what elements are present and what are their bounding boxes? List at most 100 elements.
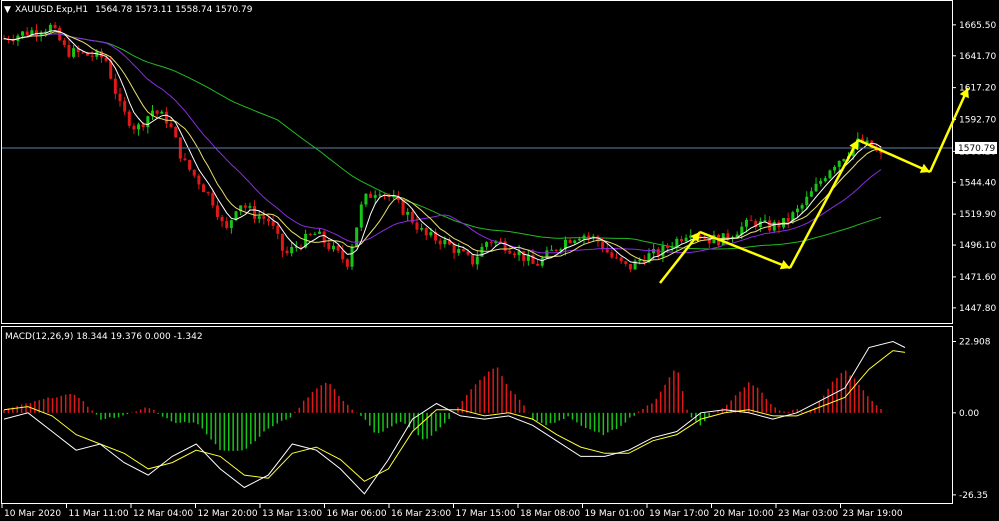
candle-body	[257, 216, 261, 219]
candle-body	[679, 238, 683, 242]
candle-body	[62, 40, 66, 45]
candle-body	[220, 216, 224, 222]
candle-body	[392, 196, 396, 198]
candle-body	[415, 222, 419, 230]
candle-body	[744, 219, 748, 227]
candle-body	[401, 200, 405, 215]
chart-background	[0, 0, 999, 521]
candle-body	[331, 245, 335, 250]
candle-body	[248, 206, 252, 208]
price-tick-label: 1617.20	[959, 84, 996, 94]
candle-body	[795, 208, 799, 213]
price-tick-label: 1592.70	[959, 115, 996, 125]
candle-body	[424, 228, 428, 236]
candle-body	[271, 221, 275, 226]
trading-chart[interactable]: ▼ XAUUSD.Exp,H1 1564.78 1573.11 1558.74 …	[0, 0, 999, 521]
time-tick-label: 23 Mar 19:00	[843, 509, 903, 519]
candle-body	[619, 257, 623, 262]
candle-body	[819, 180, 823, 184]
candle-body	[192, 169, 196, 176]
candle-body	[336, 245, 340, 251]
candle-body	[452, 244, 456, 253]
candle-body	[341, 250, 345, 260]
price-tick-label: 1496.10	[959, 241, 996, 251]
candle-body	[350, 246, 354, 267]
time-tick-label: 17 Mar 15:00	[456, 509, 516, 519]
candle-body	[123, 101, 127, 112]
candle-body	[457, 249, 461, 253]
time-tick-label: 12 Mar 20:00	[198, 509, 258, 519]
candle-body	[429, 232, 433, 236]
candle-body	[540, 258, 544, 266]
candle-body	[837, 160, 841, 167]
candle-body	[438, 240, 442, 245]
candle-body	[72, 48, 76, 57]
candle-body	[369, 193, 373, 198]
time-tick-label: 20 Mar 10:00	[714, 509, 774, 519]
candle-body	[327, 242, 331, 250]
candle-body	[81, 52, 85, 54]
candle-body	[823, 178, 827, 181]
candle-body	[285, 250, 289, 254]
time-tick-label: 12 Mar 04:00	[133, 509, 193, 519]
candle-body	[225, 221, 229, 228]
candle-body	[174, 127, 178, 138]
candle-body	[146, 116, 150, 128]
candle-body	[378, 194, 382, 196]
candle-body	[229, 220, 233, 228]
candle-body	[577, 238, 581, 241]
candle-body	[262, 216, 266, 219]
candle-body	[373, 195, 377, 198]
candle-body	[684, 237, 688, 242]
candle-body	[345, 259, 349, 267]
candle-body	[522, 251, 526, 261]
ohlc-values: 1564.78 1573.11 1558.74 1570.79	[95, 5, 253, 15]
candle-body	[842, 159, 846, 161]
candle-body	[749, 219, 753, 221]
candle-body	[164, 111, 168, 124]
candle-body	[703, 238, 707, 240]
candle-body	[132, 125, 136, 130]
candle-body	[290, 246, 294, 254]
macd-tick-label: -26.35	[959, 491, 988, 501]
candle-body	[211, 192, 215, 206]
candle-body	[359, 204, 363, 228]
time-tick-label: 16 Mar 06:00	[327, 509, 387, 519]
time-tick-label: 23 Mar 03:00	[778, 509, 838, 519]
symbol-dropdown-icon[interactable]: ▼	[4, 5, 11, 15]
candle-body	[90, 55, 94, 57]
candle-body	[786, 218, 790, 222]
candle-body	[197, 175, 201, 185]
macd-tick-label: 22.908	[959, 338, 991, 348]
candle-body	[666, 245, 670, 248]
candle-body	[137, 124, 141, 130]
candle-body	[582, 235, 586, 239]
candle-body	[615, 257, 619, 259]
candle-body	[508, 250, 512, 254]
time-tick-label: 19 Mar 01:00	[585, 509, 645, 519]
candle-body	[67, 44, 71, 57]
candle-body	[475, 256, 479, 265]
candle-body	[155, 110, 159, 114]
current-price-label: 1570.79	[958, 144, 995, 154]
candle-body	[670, 247, 674, 249]
candle-body	[53, 24, 57, 28]
candle-body	[280, 233, 284, 251]
candle-body	[512, 253, 516, 256]
macd-label: MACD(12,26,9) 18.344 19.376 0.000 -1.342	[5, 332, 203, 342]
candle-body	[355, 227, 359, 247]
candle-body	[313, 233, 317, 235]
candle-body	[206, 192, 210, 194]
price-tick-label: 1519.90	[959, 210, 996, 220]
macd-tick-label: 0.00	[959, 409, 979, 419]
price-tick-label: 1471.60	[959, 273, 996, 283]
candle-body	[550, 249, 554, 251]
candle-body	[253, 206, 257, 219]
price-tick-label: 1665.50	[959, 21, 996, 31]
candle-body	[800, 205, 804, 209]
candle-body	[34, 30, 38, 36]
symbol-title: XAUUSD.Exp,H1	[15, 5, 88, 15]
candle-body	[443, 239, 447, 245]
candle-body	[628, 263, 632, 270]
candle-body	[805, 196, 809, 206]
